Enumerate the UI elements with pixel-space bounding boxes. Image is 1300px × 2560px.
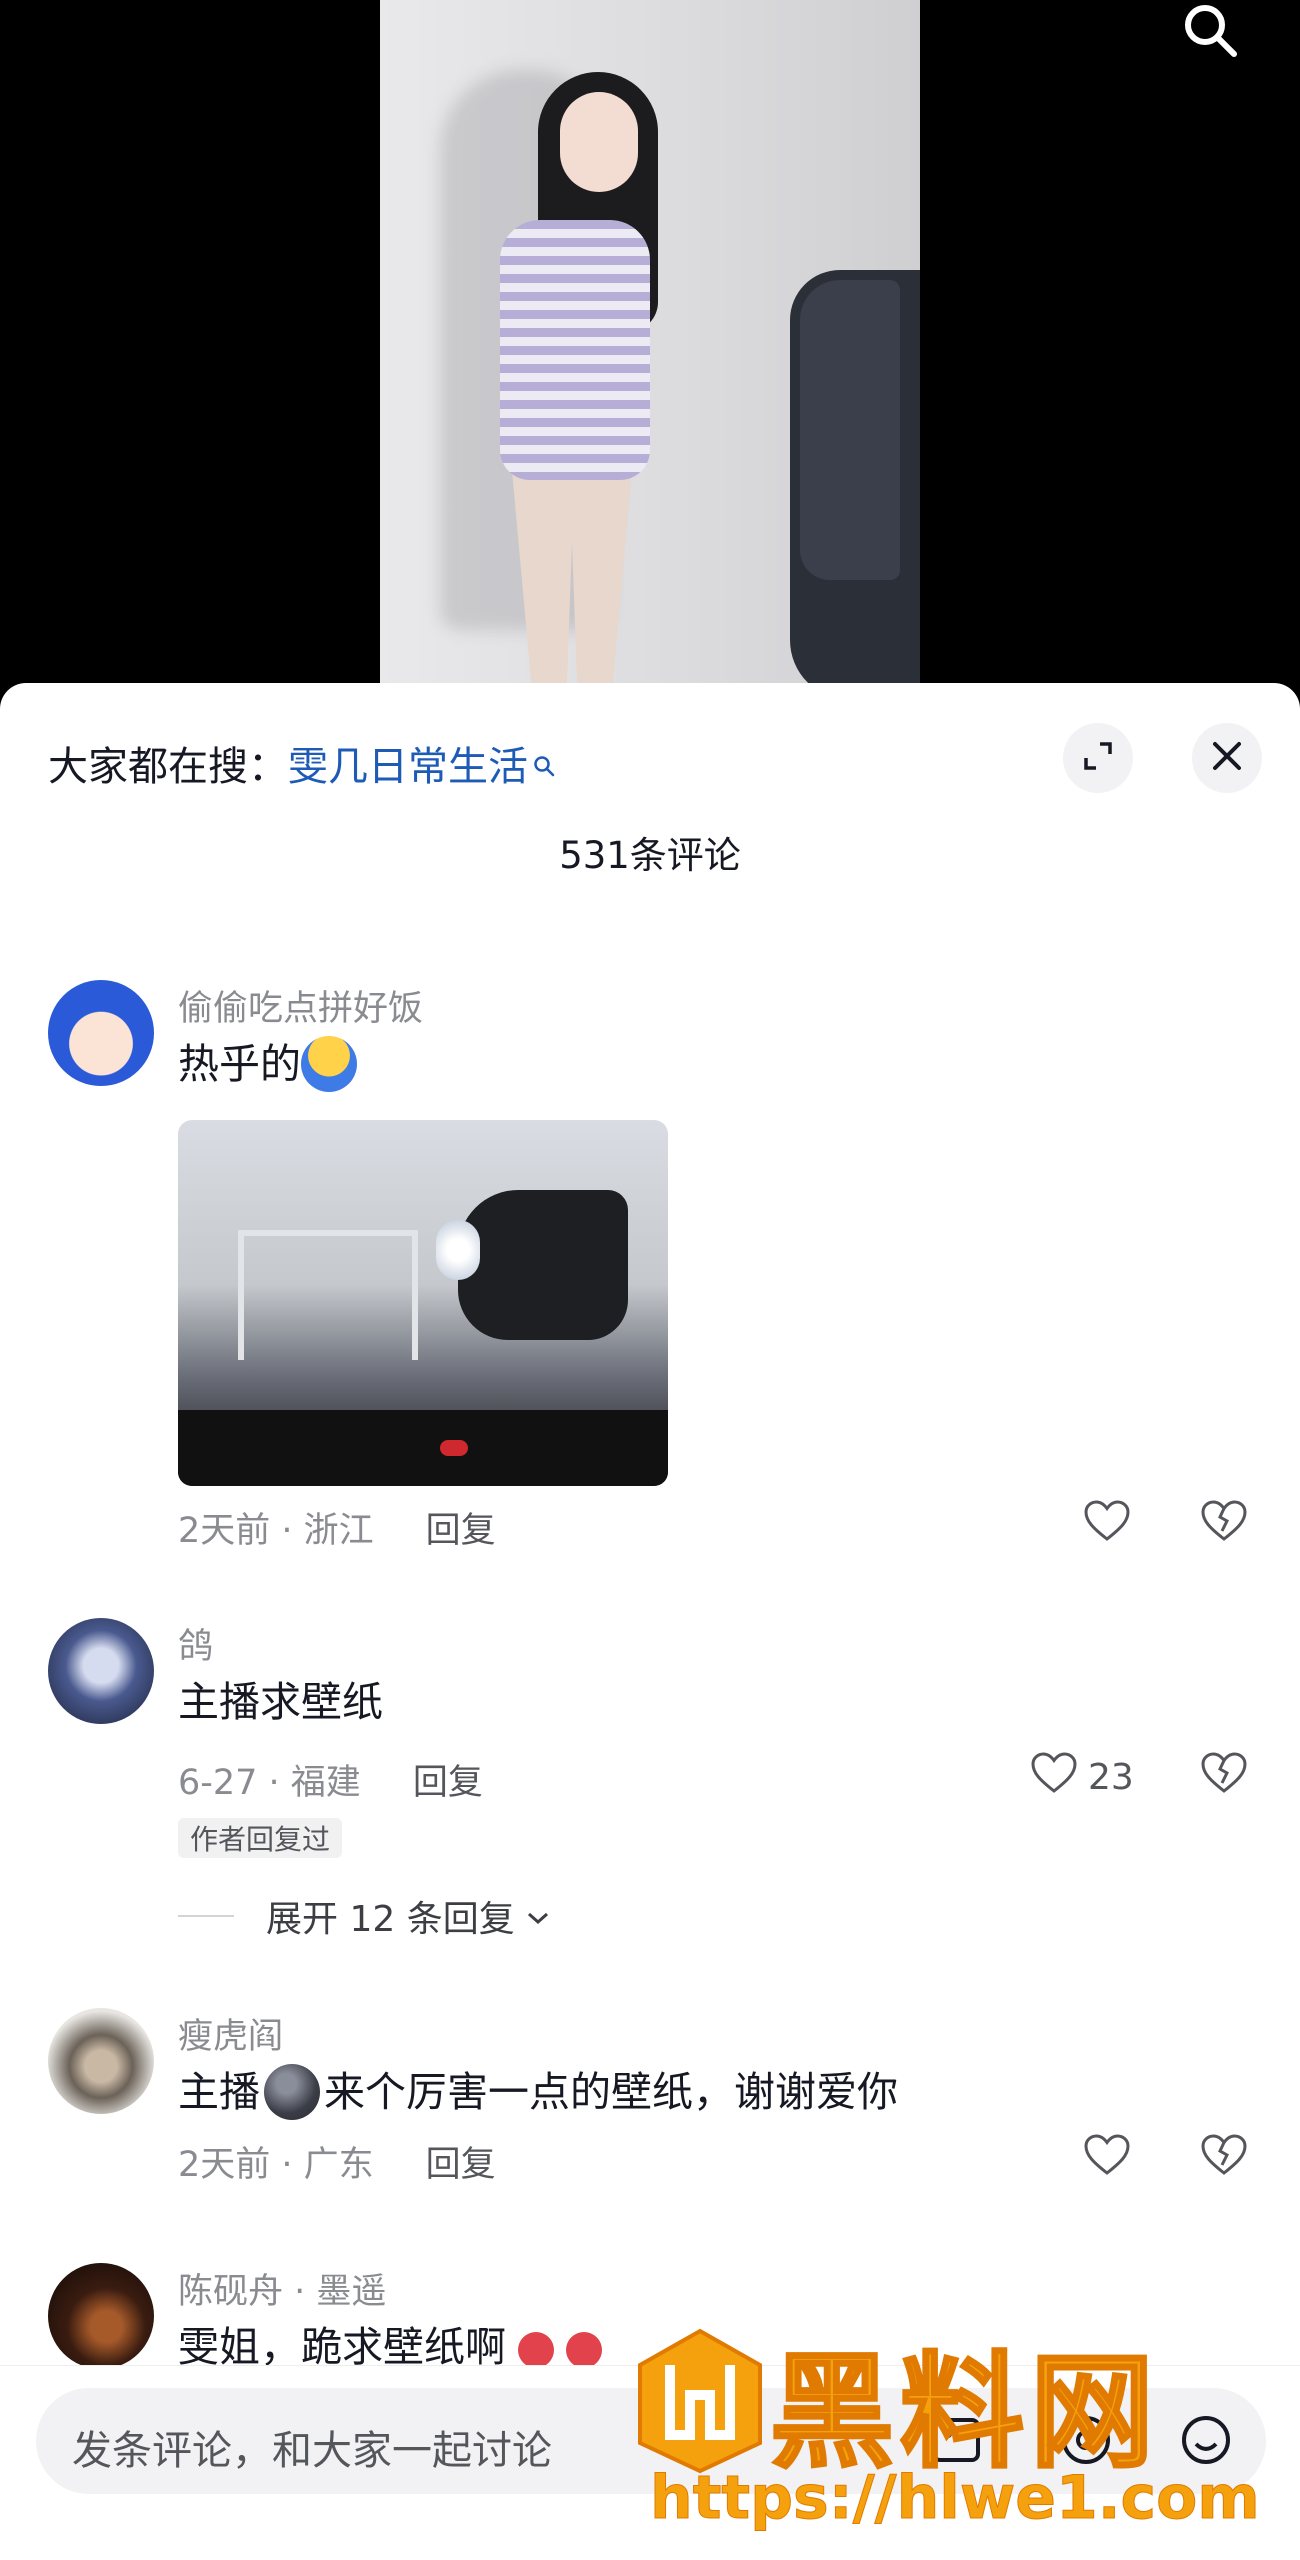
- comment-text: 主播 来个厉害一点的壁纸，谢谢爱你: [178, 2058, 898, 2123]
- image-red-light: [440, 1440, 468, 1456]
- app-root: 大家都在搜： 雯几日常生活 531条评论 偷偷吃点拼好饭 热乎的 2天前 · 浙…: [0, 0, 1300, 2560]
- comment-text-content: 雯姐，跪求壁纸啊: [178, 2323, 506, 2371]
- comment-meta: 2天前 · 广东 回复: [178, 2136, 496, 2187]
- expand-button[interactable]: [1063, 723, 1133, 793]
- comment-text-after: 来个厉害一点的壁纸，谢谢爱你: [324, 2068, 898, 2116]
- person-dress: [500, 220, 650, 480]
- broken-heart-icon: [1200, 1752, 1248, 1799]
- heart-icon: [1030, 1751, 1078, 1804]
- broken-heart-icon: [1200, 2134, 1248, 2181]
- avatar[interactable]: [48, 2008, 154, 2114]
- reply-button[interactable]: 回复: [413, 1754, 483, 1805]
- video-frame: [380, 0, 920, 700]
- reply-button[interactable]: 回复: [426, 1502, 496, 1553]
- hot-face-emoji-icon: [301, 1036, 357, 1092]
- comment-username[interactable]: 鸽: [178, 1618, 213, 1669]
- expand-replies-label: 展开 12 条回复: [266, 1899, 515, 1940]
- red-emoji-icon: [566, 2332, 602, 2368]
- comment-username[interactable]: 陈砚舟 · 墨遥: [178, 2263, 386, 2314]
- image-bottom-bar: [178, 1410, 668, 1486]
- comment-image[interactable]: [178, 1120, 668, 1486]
- video-player[interactable]: [0, 0, 1300, 700]
- like-button[interactable]: [1083, 1499, 1131, 1552]
- chevron-down-icon: [525, 1896, 551, 1937]
- expand-replies-button[interactable]: 展开 12 条回复: [178, 1890, 551, 1942]
- image-hand: [458, 1190, 628, 1340]
- expand-divider-line: [178, 1915, 234, 1917]
- comment-sheet: 大家都在搜： 雯几日常生活 531条评论 偷偷吃点拼好饭 热乎的 2天前 · 浙…: [0, 683, 1300, 2560]
- reply-button[interactable]: 回复: [426, 2136, 496, 2187]
- red-emoji-icon: [518, 2332, 554, 2368]
- comment-text: 主播求壁纸: [178, 1678, 383, 1726]
- comment-time-location: 2天前 · 浙江: [178, 1511, 374, 1551]
- search-hint-link[interactable]: 雯几日常生活: [288, 734, 528, 792]
- comment-time-location: 6-27 · 福建: [178, 1763, 361, 1803]
- dislike-button[interactable]: [1200, 2133, 1248, 2181]
- search-hint-label: 大家都在搜：: [48, 744, 288, 790]
- avatar[interactable]: [48, 1618, 154, 1724]
- dislike-button[interactable]: [1200, 1751, 1248, 1799]
- watermark: 黑料网 https://hlwe1.com: [630, 2325, 1280, 2560]
- watermark-url: https://hlwe1.com: [650, 2463, 1261, 2534]
- comment-username[interactable]: 偷偷吃点拼好饭: [178, 980, 423, 1031]
- comment-text-content: 热乎的: [178, 1040, 301, 1088]
- comment-input-placeholder: 发条评论，和大家一起讨论: [72, 2428, 552, 2474]
- search-hint: 大家都在搜： 雯几日常生活: [48, 733, 556, 793]
- like-button[interactable]: 23: [1030, 1751, 1134, 1804]
- gaming-chair-back: [800, 280, 900, 580]
- broken-heart-icon: [1200, 1500, 1248, 1547]
- close-button[interactable]: [1192, 723, 1262, 793]
- dislike-button[interactable]: [1200, 1499, 1248, 1547]
- comment-time-location: 2天前 · 广东: [178, 2145, 374, 2185]
- image-structure: [238, 1230, 418, 1360]
- dark-ball-emoji-icon: [264, 2064, 320, 2120]
- heart-icon: [1083, 2133, 1131, 2186]
- like-count: 23: [1088, 1757, 1134, 1798]
- expand-icon: [1080, 738, 1116, 778]
- comment-text: 雯姐，跪求壁纸啊: [178, 2313, 602, 2373]
- avatar[interactable]: [48, 980, 154, 1086]
- watermark-logo-icon: [630, 2325, 770, 2475]
- comment-username[interactable]: 瘦虎阎: [178, 2008, 283, 2059]
- comment-text: 热乎的: [178, 1030, 357, 1095]
- comment-text-before: 主播: [178, 2068, 260, 2116]
- person-head: [560, 92, 638, 192]
- like-button[interactable]: [1083, 2133, 1131, 2186]
- heart-icon: [1083, 1499, 1131, 1552]
- close-icon: [1209, 738, 1245, 778]
- small-search-icon[interactable]: [532, 742, 556, 788]
- author-replied-badge: 作者回复过: [178, 1818, 343, 1858]
- comment-meta: 2天前 · 浙江 回复: [178, 1502, 496, 1553]
- comment-meta: 6-27 · 福建 回复: [178, 1754, 483, 1805]
- image-orb: [436, 1220, 480, 1280]
- avatar[interactable]: [48, 2263, 154, 2369]
- search-icon[interactable]: [1180, 0, 1240, 60]
- comment-count: 531条评论: [559, 834, 741, 877]
